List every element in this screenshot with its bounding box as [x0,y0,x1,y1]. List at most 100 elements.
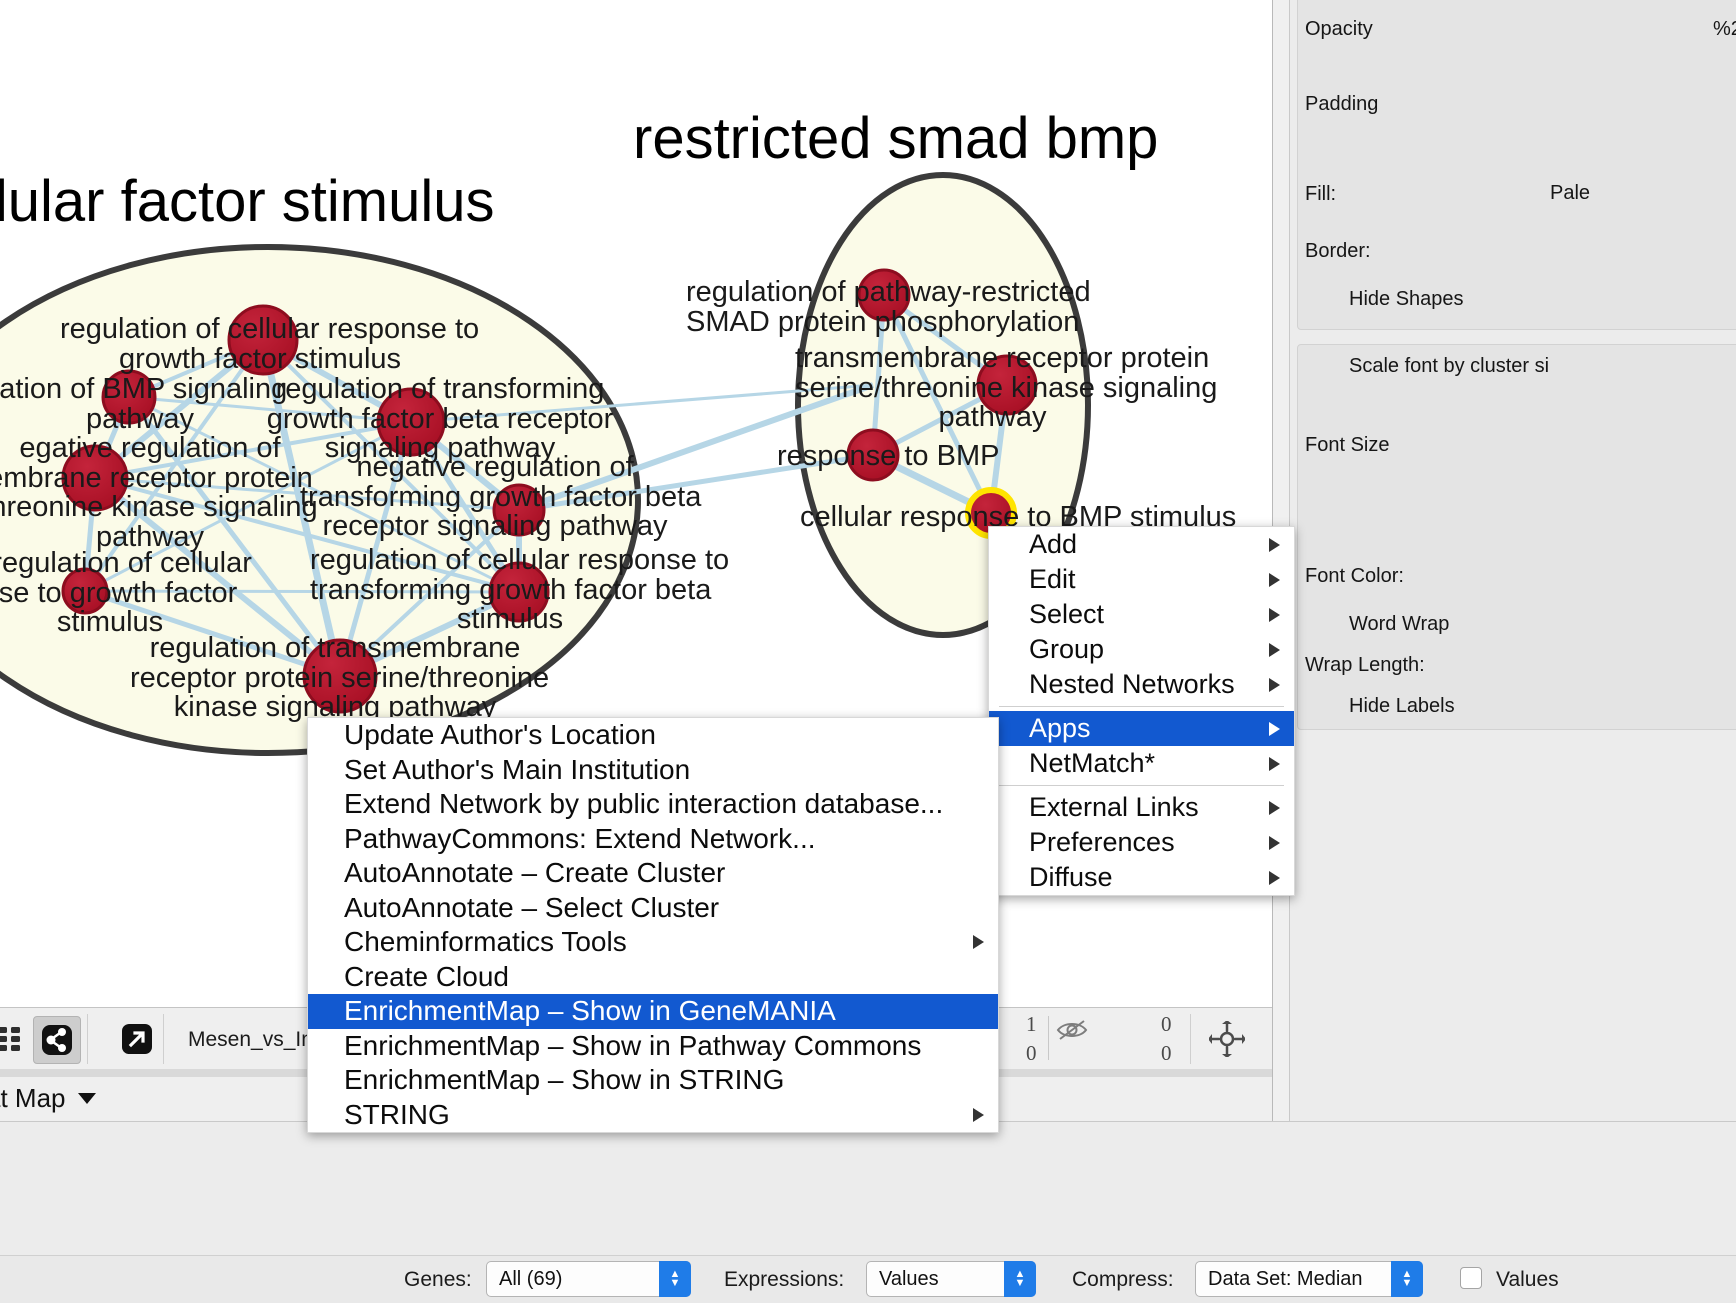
fill-label: Fill: [1305,183,1337,205]
menu-item[interactable]: Set Author's Main Institution [308,753,998,788]
toolbar-separator [87,1014,88,1064]
expressions-value: Values [879,1267,939,1290]
grid-view-button[interactable] [0,1016,34,1062]
menu-item[interactable]: Create Cloud [308,960,998,995]
menu-item-label: Select [1029,599,1105,629]
menu-item-label: Update Author's Location [344,719,657,751]
genes-spinner[interactable]: ▲ ▼ [659,1261,691,1297]
genes-label: Genes: [404,1268,472,1291]
menu-item[interactable]: PathwayCommons: Extend Network... [308,822,998,857]
crosshair-icon [1209,1021,1245,1057]
palette-label: Pale [1550,182,1591,204]
node-label: regulation of transmembrane receptor pro… [130,632,550,724]
menu-item[interactable]: AutoAnnotate – Select Cluster [308,891,998,926]
hide-shapes-label: Hide Shapes [1349,288,1464,310]
menu-item[interactable]: Update Author's Location [308,718,998,753]
font-size-label: Font Size [1305,434,1390,456]
network-view-button[interactable] [33,1016,81,1064]
menu-item-label: Create Cloud [344,960,509,992]
expression-controls-row: Genes: All (69) ▲ ▼ Expressions: Values ▲… [0,1255,1736,1303]
fit-content-button[interactable] [1204,1016,1250,1062]
menu-item-label: NetMatch* [1029,748,1156,778]
chevron-right-icon [1269,800,1280,815]
font-color-label: Font Color: [1305,565,1404,587]
wrap-length-label: Wrap Length: [1305,654,1425,676]
menu-item-label: AutoAnnotate – Select Cluster [344,891,720,923]
context-menu[interactable]: Add Edit Select Group Nested Networks Apps Net… [988,526,1295,896]
chevron-right-icon [973,935,984,950]
chevron-right-icon [1269,572,1280,587]
toolbar-separator [163,1014,164,1064]
menu-item[interactable]: EnrichmentMap – Show in Pathway Commons [308,1029,998,1064]
menu-item[interactable]: EnrichmentMap – Show in STRING [308,1063,998,1098]
menu-item[interactable]: Edit [989,562,1294,597]
border-label: Border: [1305,240,1371,262]
menu-item[interactable]: External Links [989,790,1294,825]
menu-item[interactable]: Group [989,632,1294,667]
cluster-title-left: llular factor stimulus [0,169,495,234]
opacity-value: %20 [1713,18,1736,40]
chevron-down-icon[interactable] [78,1093,96,1104]
node-label: regulation of pathway-restricted SMAD pr… [686,276,1091,338]
menu-item-label: Extend Network by public interaction dat… [344,788,944,820]
values-checkbox[interactable] [1460,1267,1482,1289]
network-name-label: Mesen_vs_Im [188,1028,319,1051]
shape-properties-group [1297,0,1736,330]
menu-item-label: Set Author's Main Institution [344,753,691,785]
menu-item-label: Edit [1029,564,1076,594]
toolbar-separator [1190,1014,1191,1064]
chevron-right-icon [1269,642,1280,657]
menu-item-label: EnrichmentMap – Show in Pathway Commons [344,1029,922,1061]
padding-label: Padding [1305,93,1379,115]
export-button[interactable] [114,1016,160,1062]
word-wrap-label: Word Wrap [1349,613,1450,635]
compress-spinner[interactable]: ▲ ▼ [1391,1261,1423,1297]
menu-item-label: AutoAnnotate – Create Cluster [344,857,726,889]
counter-separator [1048,1016,1049,1060]
chevron-right-icon [973,1107,984,1122]
heatmap-tab-label[interactable]: at Map [0,1083,66,1114]
menu-item-label: Nested Networks [1029,669,1235,699]
genes-value: All (69) [499,1267,563,1290]
node-label: response to BMP [777,440,1000,472]
menu-item-label: Diffuse [1029,862,1113,892]
menu-item[interactable]: Apps [989,711,1294,746]
menu-item-label: Cheminformatics Tools [344,926,627,958]
scale-font-label: Scale font by cluster si [1349,355,1550,377]
menu-item-label: Group [1029,634,1105,664]
menu-item[interactable]: AutoAnnotate – Create Cluster [308,856,998,891]
chevron-right-icon [1269,756,1280,771]
selected-node-count: 1 [1026,1012,1037,1036]
menu-item[interactable]: EnrichmentMap – Show in GeneMANIA [308,994,998,1029]
external-link-icon [122,1024,152,1054]
hidden-edge-count: 0 [1161,1041,1172,1065]
cluster-title-right: restricted smad bmp [633,106,1159,171]
chevron-right-icon [1269,721,1280,736]
expressions-spinner[interactable]: ▲ ▼ [1004,1261,1036,1297]
menu-item[interactable]: Select [989,597,1294,632]
apps-submenu[interactable]: Update Author's Location Set Author's Mai… [307,717,999,1133]
share-network-icon [42,1025,72,1055]
compress-select[interactable]: Data Set: Median [1195,1261,1423,1297]
chevron-right-icon [1269,870,1280,885]
menu-item[interactable]: NetMatch* [989,746,1294,781]
menu-item[interactable]: STRING [308,1098,998,1133]
opacity-label: Opacity [1305,18,1373,40]
node-label: transmembrane receptor protein serine/th… [795,342,1218,434]
menu-item[interactable]: Add [989,527,1294,562]
node-label: negative regulation of transforming grow… [300,451,702,543]
menu-item-label: Add [1029,529,1078,559]
menu-item[interactable]: Preferences [989,825,1294,860]
hidden-eye-icon [1056,1018,1088,1047]
menu-item-label: EnrichmentMap – Show in GeneMANIA [344,995,836,1027]
menu-item-label: Preferences [1029,827,1175,857]
menu-item[interactable]: Nested Networks [989,667,1294,702]
menu-separator [999,785,1284,786]
compress-label: Compress: [1072,1268,1174,1291]
menu-item[interactable]: Cheminformatics Tools [308,925,998,960]
menu-item-label: External Links [1029,792,1199,822]
menu-separator [999,706,1284,707]
menu-item-label: PathwayCommons: Extend Network... [344,822,816,854]
menu-item[interactable]: Diffuse [989,860,1294,895]
menu-item[interactable]: Extend Network by public interaction dat… [308,787,998,822]
